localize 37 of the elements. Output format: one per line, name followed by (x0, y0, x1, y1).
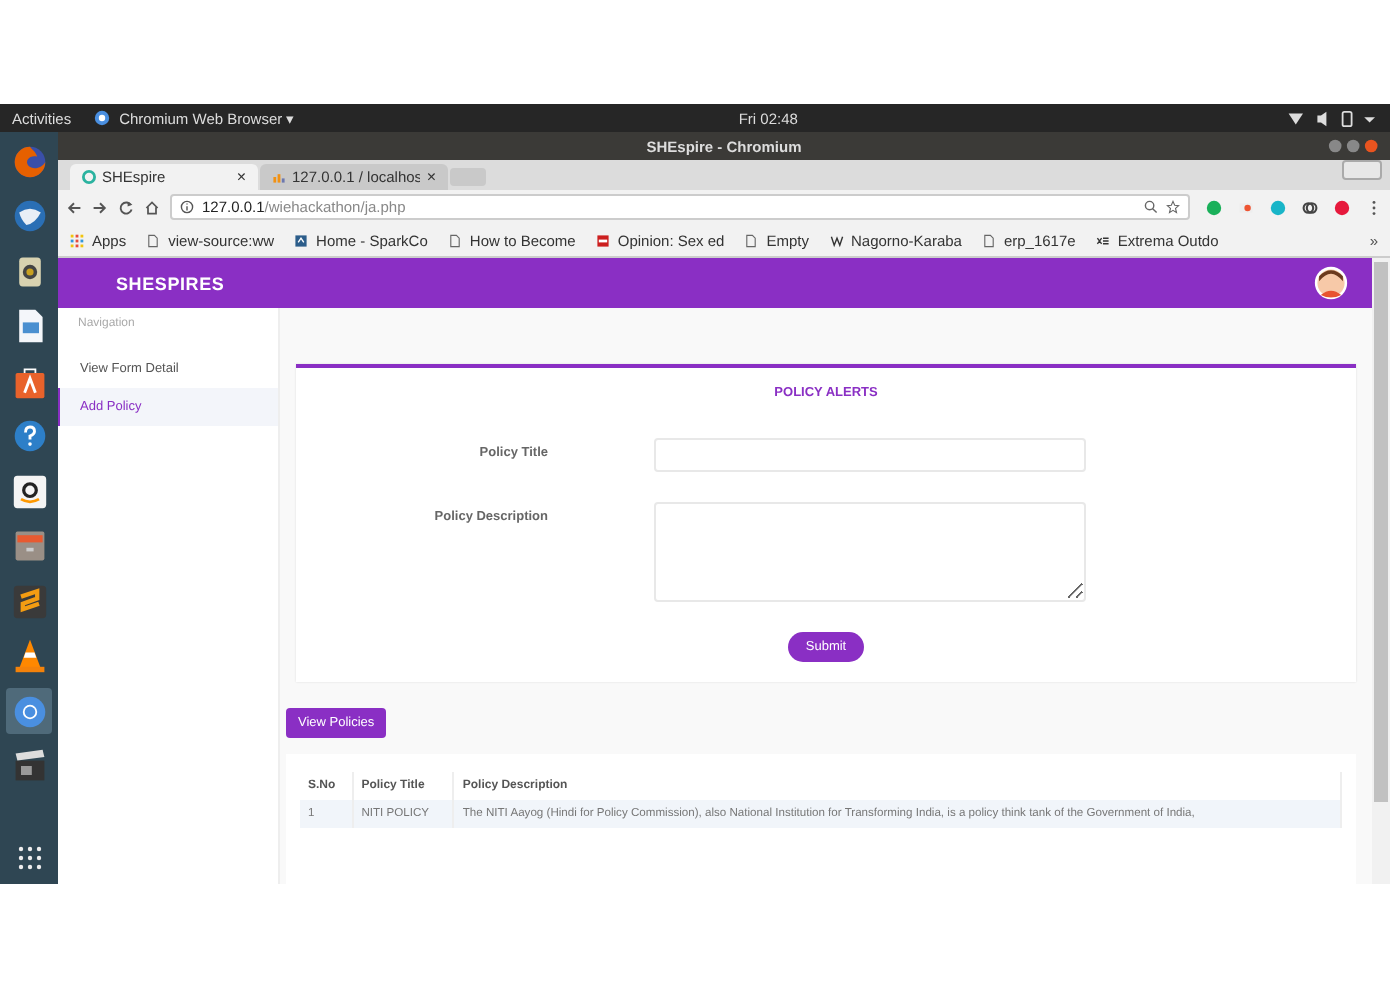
shopping-icon (11, 473, 47, 509)
wiki-icon (829, 233, 843, 247)
bag-icon (11, 363, 47, 399)
cone-icon (11, 638, 47, 674)
forward-icon[interactable] (92, 199, 108, 215)
editor-icon (11, 583, 47, 619)
favicon (82, 170, 96, 184)
window-controls[interactable] (1328, 138, 1382, 154)
description-field[interactable] (654, 502, 1086, 602)
browser-icon (11, 693, 47, 729)
reload-icon[interactable] (118, 199, 134, 215)
page-icon (981, 233, 996, 247)
page-icon (744, 233, 759, 247)
back-icon[interactable] (66, 199, 82, 215)
app-grid-icon[interactable] (17, 846, 41, 870)
close-tab-button[interactable]: × (426, 168, 436, 186)
avatar-icon[interactable] (1314, 266, 1348, 300)
database-icon (272, 170, 286, 184)
help-icon (11, 418, 47, 454)
scrollbar[interactable] (1372, 258, 1390, 884)
favicon (595, 233, 610, 247)
favicon (294, 233, 309, 247)
site-logo[interactable]: SHESPIRES (116, 273, 225, 293)
clapperboard-icon (11, 748, 47, 784)
zoom-icon[interactable] (1144, 200, 1158, 214)
info-icon (180, 200, 194, 214)
mail-icon (11, 198, 47, 234)
home-icon[interactable] (144, 199, 160, 215)
close-tab-button[interactable]: × (236, 168, 246, 186)
favicon (1095, 233, 1110, 247)
browser-icon (11, 143, 47, 179)
page-icon (146, 233, 161, 247)
page-icon (447, 233, 462, 247)
cabinet-icon (11, 528, 47, 564)
star-icon[interactable] (1166, 200, 1180, 214)
apps-icon (70, 233, 84, 247)
browser-icon (93, 110, 110, 126)
